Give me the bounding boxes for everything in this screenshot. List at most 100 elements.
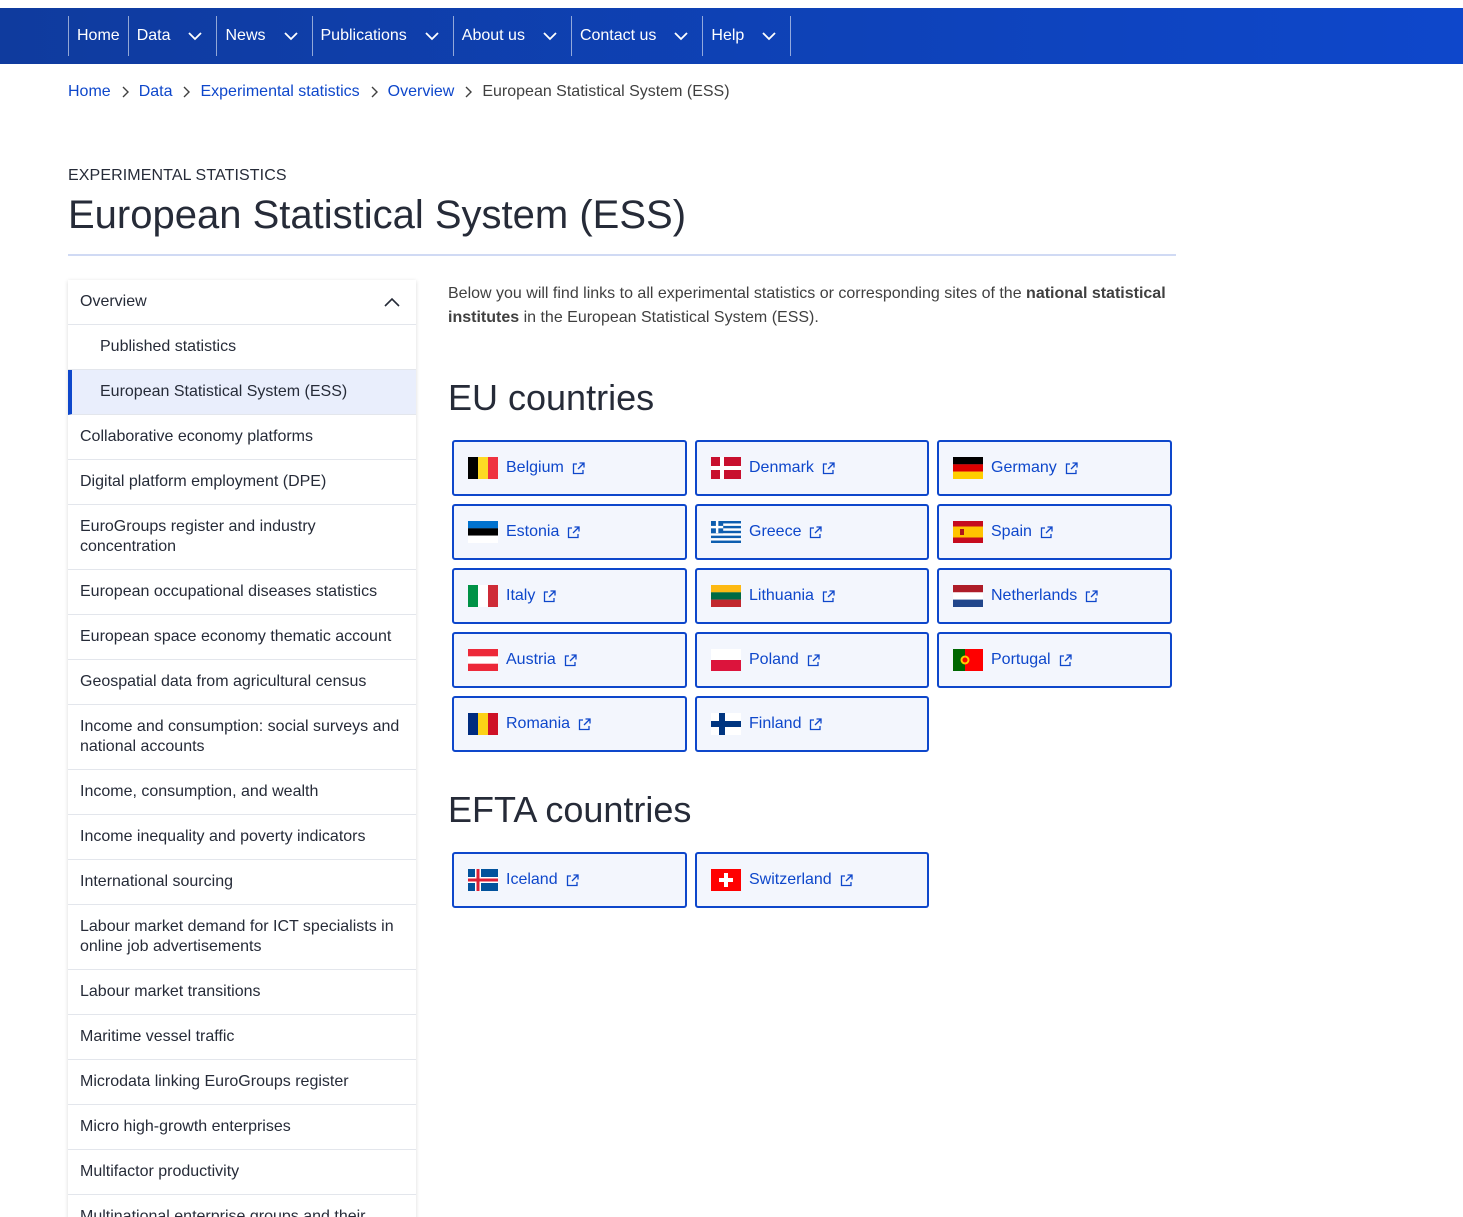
sidenav-published-statistics[interactable]: Published statistics (68, 325, 416, 370)
romania-flag-icon (468, 713, 498, 735)
country-card-lithuania[interactable]: Lithuania (695, 568, 929, 624)
sidenav-item[interactable]: Labour market demand for ICT specialists… (68, 905, 416, 970)
external-link-icon (822, 461, 835, 474)
sidenav-item[interactable]: Maritime vessel traffic (68, 1015, 416, 1060)
sidenav-item[interactable]: Labour market transitions (68, 970, 416, 1015)
country-card-belgium[interactable]: Belgium (452, 440, 687, 496)
sidenav-item[interactable]: Microdata linking EuroGroups register (68, 1060, 416, 1105)
breadcrumb-data[interactable]: Data (139, 83, 173, 101)
country-card-switzerland[interactable]: Switzerland (695, 852, 929, 908)
nav-item-data[interactable]: Data (129, 16, 218, 56)
breadcrumb-experimental-statistics[interactable]: Experimental statistics (200, 83, 359, 101)
chevron-right-icon (454, 83, 482, 101)
sidenav-item[interactable]: Micro high-growth enterprises (68, 1105, 416, 1150)
sidenav-ess-active[interactable]: European Statistical System (ESS) (68, 370, 416, 415)
country-card-portugal[interactable]: Portugal (937, 632, 1172, 688)
sidenav-item[interactable]: Income, consumption, and wealth (68, 770, 416, 815)
italy-flag-icon (468, 585, 498, 607)
external-link-icon (572, 461, 585, 474)
external-link-icon (822, 589, 835, 602)
breadcrumb-home[interactable]: Home (68, 83, 111, 101)
chevron-down-icon[interactable] (283, 29, 298, 43)
external-link-icon (807, 653, 820, 666)
country-card-estonia[interactable]: Estonia (452, 504, 687, 560)
sidenav-overview[interactable]: Overview (68, 280, 416, 325)
efta-countries-heading: EFTA countries (448, 789, 692, 830)
country-card-romania[interactable]: Romania (452, 696, 687, 752)
chevron-down-icon[interactable] (543, 29, 557, 43)
spain-flag-icon (953, 521, 983, 543)
external-link-icon (568, 525, 581, 538)
breadcrumb-current: European Statistical System (ESS) (482, 83, 730, 100)
chevron-down-icon[interactable] (762, 29, 776, 43)
nav-item-publications[interactable]: Publications (313, 16, 454, 56)
intro-text: Below you will find links to all experim… (448, 285, 1166, 326)
chevron-right-icon (360, 83, 388, 101)
chevron-down-icon[interactable] (425, 29, 439, 43)
portugal-flag-icon (953, 649, 983, 671)
belgium-flag-icon (468, 457, 498, 479)
breadcrumb: Home Data Experimental statistics Overvi… (68, 82, 730, 102)
sidenav-item[interactable]: Collaborative economy platforms (68, 415, 416, 460)
nav-item-news[interactable]: News (217, 16, 313, 56)
chevron-right-icon (172, 83, 200, 101)
country-card-spain[interactable]: Spain (937, 504, 1172, 560)
breadcrumb-overview[interactable]: Overview (388, 83, 455, 101)
external-link-icon (578, 717, 591, 730)
external-link-icon (544, 589, 556, 602)
external-link-icon (1086, 589, 1098, 602)
austria-flag-icon (468, 649, 498, 671)
country-card-germany[interactable]: Germany (937, 440, 1172, 496)
external-link-icon (1059, 653, 1072, 666)
title-divider (68, 254, 1176, 256)
iceland-flag-icon (468, 869, 498, 891)
lithuania-flag-icon (711, 585, 741, 607)
netherlands-flag-icon (953, 585, 983, 607)
page-kicker: EXPERIMENTAL STATISTICS (68, 167, 287, 184)
country-card-netherlands[interactable]: Netherlands (937, 568, 1172, 624)
nav-item-help[interactable]: Help (703, 16, 792, 56)
country-card-austria[interactable]: Austria (452, 632, 687, 688)
external-link-icon (566, 873, 579, 886)
sidenav-item[interactable]: Multifactor productivity (68, 1150, 416, 1195)
estonia-flag-icon (468, 521, 498, 543)
chevron-down-icon[interactable] (188, 29, 203, 43)
switzerland-flag-icon (711, 869, 741, 891)
external-link-icon (810, 525, 823, 538)
sidenav-item[interactable]: European occupational diseases statistic… (68, 570, 416, 615)
nav-item-about-us[interactable]: About us (454, 16, 572, 56)
chevron-up-icon[interactable] (384, 297, 400, 307)
country-card-greece[interactable]: Greece (695, 504, 929, 560)
denmark-flag-icon (711, 457, 741, 479)
greece-flag-icon (711, 521, 741, 543)
sidenav-item[interactable]: Digital platform employment (DPE) (68, 460, 416, 505)
germany-flag-icon (953, 457, 983, 479)
eu-countries-heading: EU countries (448, 377, 655, 418)
eu-countries-grid: Belgium Denmark Germany Estonia Greece S… (452, 440, 1172, 752)
external-link-icon (1065, 461, 1078, 474)
sidenav-item[interactable]: Income inequality and poverty indicators (68, 815, 416, 860)
external-link-icon (810, 717, 823, 730)
sidenav-item[interactable]: International sourcing (68, 860, 416, 905)
poland-flag-icon (711, 649, 741, 671)
nav-item-home[interactable]: Home (69, 16, 129, 56)
sidenav-item[interactable]: Multinational enterprise groups and thei… (68, 1195, 416, 1217)
nav-list: Home Data News Publications About us Con… (68, 16, 792, 56)
country-card-denmark[interactable]: Denmark (695, 440, 929, 496)
sidenav-item[interactable]: European space economy thematic account (68, 615, 416, 660)
top-navigation: Home Data News Publications About us Con… (0, 8, 1463, 64)
efta-countries-grid: Iceland Switzerland (452, 852, 1172, 908)
external-link-icon (564, 653, 577, 666)
sidenav-item[interactable]: Geospatial data from agricultural census (68, 660, 416, 705)
country-card-iceland[interactable]: Iceland (452, 852, 687, 908)
chevron-down-icon[interactable] (674, 29, 689, 43)
sidenav-item[interactable]: EuroGroups register and industry concent… (68, 505, 416, 570)
country-card-finland[interactable]: Finland (695, 696, 929, 752)
page-title: European Statistical System (ESS) (68, 193, 687, 237)
sidenav-item[interactable]: Income and consumption: social surveys a… (68, 705, 416, 770)
external-link-icon (840, 873, 853, 886)
side-navigation: Overview Published statistics European S… (68, 280, 416, 1217)
country-card-italy[interactable]: Italy (452, 568, 687, 624)
country-card-poland[interactable]: Poland (695, 632, 929, 688)
nav-item-contact-us[interactable]: Contact us (572, 16, 704, 56)
